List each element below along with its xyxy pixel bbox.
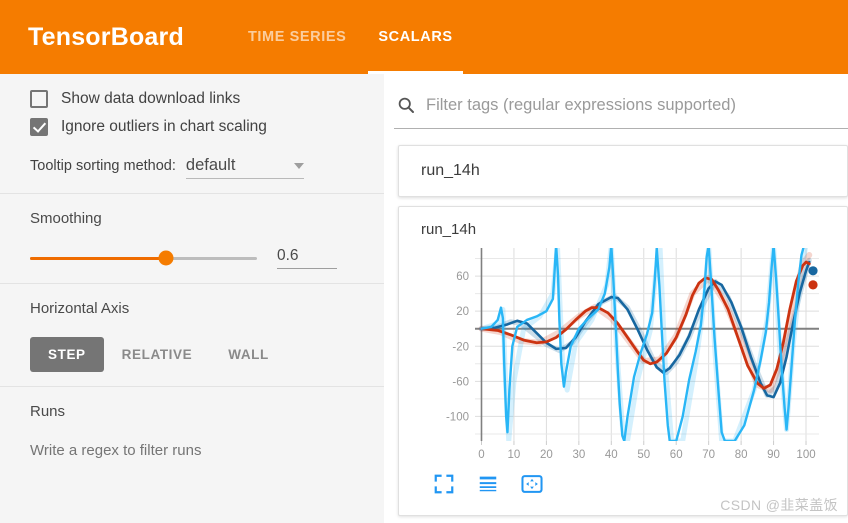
smoothing-value-input[interactable]: 0.6 — [277, 247, 337, 269]
smoothing-section: Smoothing 0.6 — [0, 194, 384, 284]
horizontal-axis-title: Horizontal Axis — [30, 300, 130, 317]
checkbox-show-data-download-links[interactable]: Show data download links — [30, 90, 354, 108]
svg-text:-60: -60 — [452, 376, 469, 388]
header-tabs: TIME SERIES SCALARS — [232, 0, 469, 74]
runs-filter-input[interactable]: Write a regex to filter runs — [30, 442, 354, 459]
tag-filter-input[interactable]: Filter tags (regular expressions support… — [426, 96, 736, 115]
tab-scalars[interactable]: SCALARS — [362, 0, 468, 74]
svg-text:-20: -20 — [452, 341, 469, 353]
checkbox-ignore-outliers-label: Ignore outliers in chart scaling — [61, 118, 267, 135]
chart-plot-area[interactable]: 60 20 -20 -60 -100 0 10 20 30 40 50 60 70 80 90 100 — [445, 242, 825, 467]
smoothing-title: Smoothing — [30, 210, 102, 227]
horizontal-axis-buttons: STEP RELATIVE WALL — [30, 337, 354, 372]
runs-title: Runs — [30, 403, 66, 420]
svg-text:0: 0 — [478, 449, 484, 461]
csdn-watermark: CSDN @韭菜盖饭 — [720, 497, 838, 513]
fullscreen-expand-icon[interactable] — [433, 473, 455, 495]
chart-title: run_14h — [421, 221, 477, 238]
smoothing-slider-fill — [30, 256, 167, 260]
svg-text:100: 100 — [796, 449, 815, 461]
app-brand-title: TensorBoard — [28, 22, 184, 51]
settings-sidebar: Show data download links Ignore outliers… — [0, 74, 384, 523]
tab-time-series-label: TIME SERIES — [247, 29, 347, 45]
runs-section: Runs Write a regex to filter runs — [0, 387, 384, 473]
svg-text:60: 60 — [670, 449, 683, 461]
axis-button-relative-label: RELATIVE — [121, 347, 193, 362]
data-table-icon[interactable] — [477, 473, 499, 495]
svg-text:-100: -100 — [446, 411, 469, 423]
horizontal-axis-section: Horizontal Axis STEP RELATIVE WALL — [0, 284, 384, 387]
tab-scalars-label: SCALARS — [378, 29, 453, 45]
smoothing-slider-thumb[interactable] — [158, 250, 174, 266]
svg-text:90: 90 — [767, 449, 780, 461]
svg-text:10: 10 — [508, 449, 521, 461]
tooltip-sorting-label: Tooltip sorting method: — [30, 158, 176, 174]
app-header: TensorBoard TIME SERIES SCALARS — [0, 0, 848, 74]
svg-text:40: 40 — [605, 449, 618, 461]
chevron-down-icon — [293, 162, 304, 169]
tooltip-sorting-row: Tooltip sorting method: default — [30, 156, 354, 179]
main-content: Filter tags (regular expressions support… — [384, 74, 848, 523]
checkbox-box-unchecked[interactable] — [30, 90, 48, 108]
checkbox-box-checked[interactable] — [30, 118, 48, 136]
scalar-chart-card: run_14h 60 20 -20 -60 -100 0 10 20 30 40 50 60 70 80 9… — [398, 206, 848, 516]
fit-to-domain-icon[interactable] — [521, 473, 543, 495]
svg-text:80: 80 — [735, 449, 748, 461]
svg-text:50: 50 — [637, 449, 650, 461]
run-group-title: run_14h — [421, 162, 480, 179]
tab-time-series[interactable]: TIME SERIES — [232, 0, 362, 74]
axis-button-relative[interactable]: RELATIVE — [104, 337, 211, 372]
smoothing-slider-row: 0.6 — [30, 247, 354, 269]
checkbox-ignore-outliers[interactable]: Ignore outliers in chart scaling — [30, 118, 354, 136]
svg-text:30: 30 — [572, 449, 585, 461]
display-options-section: Show data download links Ignore outliers… — [0, 74, 384, 194]
svg-text:70: 70 — [702, 449, 715, 461]
axis-button-step[interactable]: STEP — [30, 337, 104, 372]
svg-text:20: 20 — [540, 449, 553, 461]
axis-button-wall-label: WALL — [228, 347, 269, 362]
tooltip-sorting-select[interactable]: default — [185, 156, 304, 179]
run-group-header[interactable]: run_14h — [398, 145, 848, 197]
scalar-line-chart[interactable]: 60 20 -20 -60 -100 0 10 20 30 40 50 60 70 80 90 100 — [445, 242, 825, 467]
svg-text:60: 60 — [456, 271, 469, 283]
checkbox-show-data-download-links-label: Show data download links — [61, 90, 241, 107]
chart-toolbar — [433, 473, 847, 495]
body-container: Show data download links Ignore outliers… — [0, 74, 848, 523]
axis-button-wall[interactable]: WALL — [210, 337, 287, 372]
axis-button-step-label: STEP — [48, 347, 86, 362]
smoothing-slider[interactable] — [30, 250, 257, 266]
tag-filter-bar[interactable]: Filter tags (regular expressions support… — [394, 82, 848, 129]
tooltip-sorting-value: default — [185, 156, 236, 174]
svg-text:20: 20 — [456, 306, 469, 318]
search-icon — [398, 97, 414, 113]
